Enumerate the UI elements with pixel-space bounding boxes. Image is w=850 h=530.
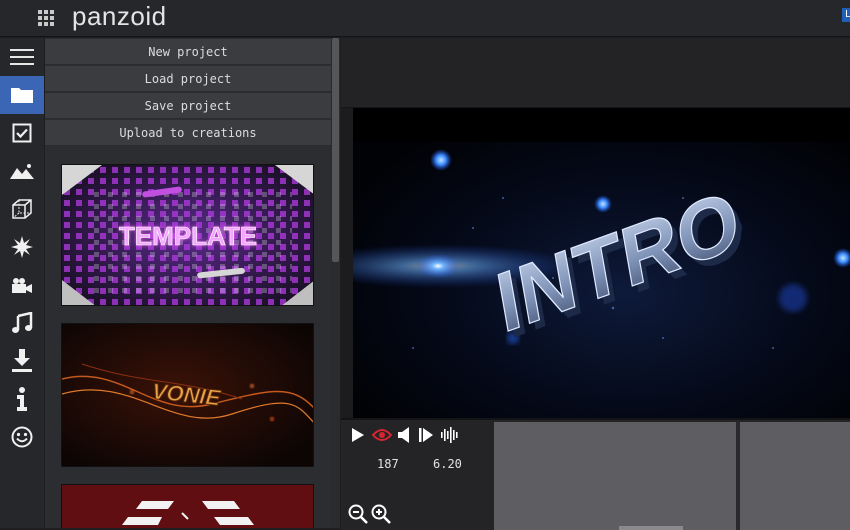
- user-badge[interactable]: L: [842, 8, 850, 22]
- info-icon[interactable]: [0, 380, 44, 418]
- template-thumbnail[interactable]: TEMPLATE TEMPLATE: [61, 164, 314, 306]
- timeline: 187 6.20: [341, 418, 850, 530]
- playback-controls: 187 6.20: [341, 420, 493, 530]
- burst-icon[interactable]: [0, 228, 44, 266]
- play-icon[interactable]: [349, 426, 367, 444]
- thumbnail-1-title: TEMPLATE: [119, 221, 257, 251]
- download-icon[interactable]: [0, 342, 44, 380]
- image-icon[interactable]: [0, 152, 44, 190]
- waveform-icon[interactable]: [439, 426, 461, 444]
- save-project-button[interactable]: Save project: [45, 93, 331, 119]
- timeline-clip[interactable]: [740, 422, 850, 530]
- time-counter: 6.20: [433, 457, 462, 471]
- tool-sidebar: [0, 38, 44, 528]
- step-forward-icon[interactable]: [417, 426, 435, 444]
- panel-scrollbar[interactable]: [331, 38, 340, 528]
- brand-logo[interactable]: panzoid: [72, 1, 167, 31]
- load-project-button[interactable]: Load project: [45, 66, 331, 92]
- timeline-clip[interactable]: [494, 422, 736, 530]
- zoom-out-icon[interactable]: [348, 504, 368, 524]
- top-bar: panzoid L: [0, 0, 850, 37]
- timeline-scroll-handle[interactable]: [619, 526, 683, 530]
- smiley-icon[interactable]: [0, 418, 44, 456]
- volume-icon[interactable]: [396, 426, 412, 444]
- video-preview[interactable]: INTRO INTRO: [353, 108, 850, 418]
- zoom-in-icon[interactable]: [371, 504, 391, 524]
- cube-icon[interactable]: [0, 190, 44, 228]
- visibility-eye-icon[interactable]: [371, 426, 393, 444]
- checkbox-icon[interactable]: [0, 114, 44, 152]
- stage-toolbar: [341, 38, 850, 108]
- template-thumbnail[interactable]: [61, 484, 314, 528]
- camera-icon[interactable]: [0, 266, 44, 304]
- folder-icon[interactable]: [0, 76, 44, 114]
- frame-counter: 187: [377, 457, 399, 471]
- menu-icon[interactable]: [0, 38, 44, 76]
- stage-area: INTRO INTRO: [341, 38, 850, 418]
- music-icon[interactable]: [0, 304, 44, 342]
- upload-to-creations-button[interactable]: Upload to creations: [45, 120, 331, 146]
- template-thumbnail[interactable]: VONIE: [61, 323, 314, 467]
- new-project-button[interactable]: New project: [45, 39, 331, 65]
- apps-grid-icon[interactable]: [38, 10, 54, 26]
- panel-scrollbar-thumb[interactable]: [332, 38, 339, 262]
- project-panel: New project Load project Save project Up…: [45, 38, 340, 528]
